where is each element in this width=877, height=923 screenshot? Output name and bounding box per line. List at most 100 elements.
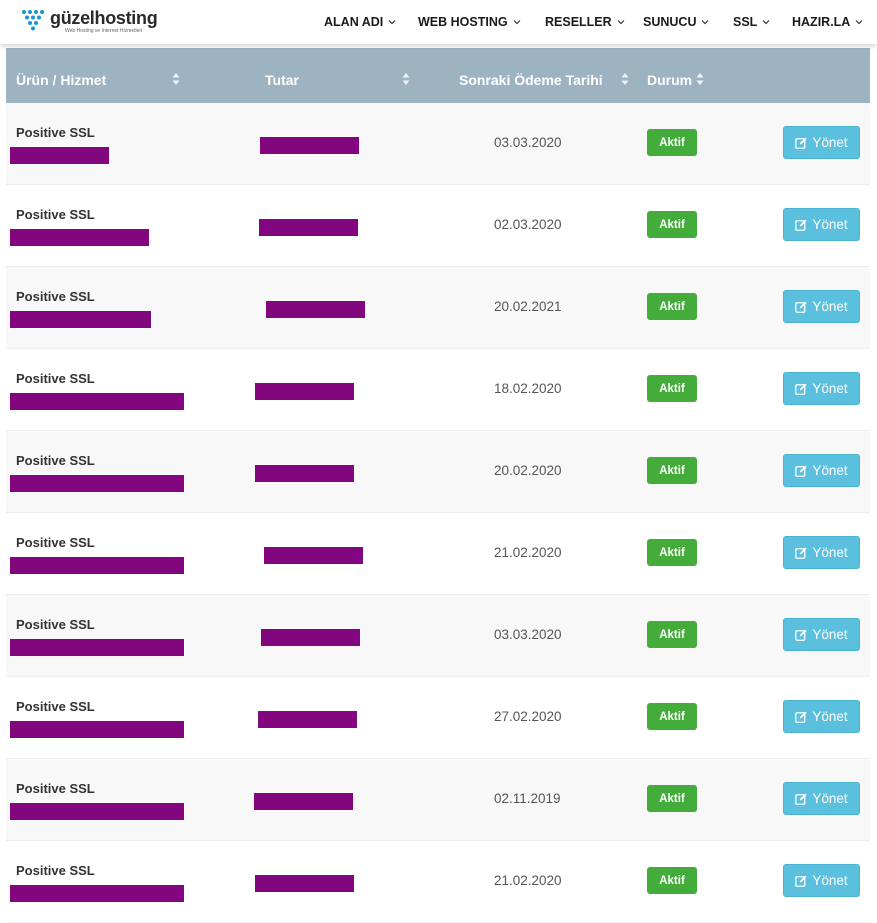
status-badge: Aktif bbox=[647, 785, 697, 812]
manage-label: Yönet bbox=[812, 381, 848, 396]
nav-item-ssl[interactable]: SSL bbox=[733, 14, 770, 30]
status-badge: Aktif bbox=[647, 457, 697, 484]
table-row[interactable]: Positive SSL 20.02.2020 Aktif Yönet bbox=[6, 431, 870, 513]
manage-button[interactable]: Yönet bbox=[783, 536, 860, 569]
column-header-amount[interactable]: Tutar bbox=[265, 48, 299, 103]
table-row[interactable]: Positive SSL 02.03.2020 Aktif Yönet bbox=[6, 185, 870, 267]
nav-item-sunucu[interactable]: SUNUCU bbox=[643, 14, 709, 30]
product-name: Positive SSL bbox=[16, 125, 95, 140]
nav-item-label: HAZIR.LA bbox=[792, 15, 851, 29]
manage-button[interactable]: Yönet bbox=[783, 864, 860, 897]
edit-icon bbox=[795, 137, 807, 149]
nav-item-label: SSL bbox=[733, 15, 758, 29]
column-header-next-due-date[interactable]: Sonraki Ödeme Tarihi bbox=[459, 48, 603, 103]
sort-icon bbox=[402, 73, 410, 85]
status-badge: Aktif bbox=[647, 539, 697, 566]
redacted-domain bbox=[10, 147, 109, 164]
next-due-date: 27.02.2020 bbox=[494, 709, 562, 724]
table-row[interactable]: Positive SSL 18.02.2020 Aktif Yönet bbox=[6, 349, 870, 431]
nav-item-web-hosting[interactable]: WEB HOSTING bbox=[418, 14, 521, 30]
next-due-date: 21.02.2020 bbox=[494, 873, 562, 888]
redacted-domain bbox=[10, 229, 149, 246]
nav-item-label: SUNUCU bbox=[643, 15, 697, 29]
redacted-domain bbox=[10, 721, 184, 738]
next-due-date: 03.03.2020 bbox=[494, 627, 562, 642]
manage-label: Yönet bbox=[812, 463, 848, 478]
next-due-date: 20.02.2020 bbox=[494, 463, 562, 478]
chevron-down-icon bbox=[855, 20, 863, 25]
table-row[interactable]: Positive SSL 21.02.2020 Aktif Yönet bbox=[6, 841, 870, 923]
status-badge: Aktif bbox=[647, 621, 697, 648]
next-due-date: 20.02.2021 bbox=[494, 299, 562, 314]
sort-icon bbox=[172, 73, 180, 85]
next-due-date: 02.03.2020 bbox=[494, 217, 562, 232]
redacted-amount bbox=[254, 793, 353, 810]
manage-button[interactable]: Yönet bbox=[783, 208, 860, 241]
product-name: Positive SSL bbox=[16, 289, 95, 304]
redacted-domain bbox=[10, 393, 184, 410]
manage-label: Yönet bbox=[812, 791, 848, 806]
edit-icon bbox=[795, 383, 807, 395]
manage-label: Yönet bbox=[812, 709, 848, 724]
nav-item-label: RESELLER bbox=[545, 15, 612, 29]
nav-item-hazirla[interactable]: HAZIR.LA bbox=[792, 14, 863, 30]
manage-button[interactable]: Yönet bbox=[783, 782, 860, 815]
product-name: Positive SSL bbox=[16, 781, 95, 796]
redacted-amount bbox=[266, 301, 365, 318]
edit-icon bbox=[795, 875, 807, 887]
redacted-domain bbox=[10, 557, 184, 574]
table-row[interactable]: Positive SSL 27.02.2020 Aktif Yönet bbox=[6, 677, 870, 759]
column-label: Ürün / Hizmet bbox=[16, 72, 107, 88]
nav-item-alan-adi[interactable]: ALAN ADI bbox=[324, 14, 396, 30]
table-header: Ürün / Hizmet Tutar Sonraki Ödeme Tarihi… bbox=[6, 48, 870, 103]
edit-icon bbox=[795, 793, 807, 805]
redacted-amount bbox=[258, 711, 357, 728]
redacted-domain bbox=[10, 475, 184, 492]
status-badge: Aktif bbox=[647, 375, 697, 402]
manage-button[interactable]: Yönet bbox=[783, 618, 860, 651]
product-name: Positive SSL bbox=[16, 453, 95, 468]
redacted-amount bbox=[264, 547, 363, 564]
column-label: Tutar bbox=[265, 72, 299, 88]
chevron-down-icon bbox=[617, 20, 625, 25]
status-badge: Aktif bbox=[647, 867, 697, 894]
edit-icon bbox=[795, 465, 807, 477]
redacted-domain bbox=[10, 803, 184, 820]
redacted-amount bbox=[255, 383, 354, 400]
next-due-date: 18.02.2020 bbox=[494, 381, 562, 396]
product-name: Positive SSL bbox=[16, 371, 95, 386]
table-row[interactable]: Positive SSL 02.11.2019 Aktif Yönet bbox=[6, 759, 870, 841]
chevron-down-icon bbox=[762, 20, 770, 25]
column-header-status[interactable]: Durum bbox=[647, 48, 692, 103]
edit-icon bbox=[795, 219, 807, 231]
product-name: Positive SSL bbox=[16, 535, 95, 550]
redacted-amount bbox=[255, 465, 354, 482]
next-due-date: 02.11.2019 bbox=[494, 791, 561, 806]
manage-button[interactable]: Yönet bbox=[783, 700, 860, 733]
table-row[interactable]: Positive SSL 21.02.2020 Aktif Yönet bbox=[6, 513, 870, 595]
next-due-date: 03.03.2020 bbox=[494, 135, 562, 150]
edit-icon bbox=[795, 301, 807, 313]
manage-label: Yönet bbox=[812, 627, 848, 642]
redacted-amount bbox=[259, 219, 358, 236]
table-row[interactable]: Positive SSL 03.03.2020 Aktif Yönet bbox=[6, 595, 870, 677]
table-row[interactable]: Positive SSL 03.03.2020 Aktif Yönet bbox=[6, 103, 870, 185]
column-header-product[interactable]: Ürün / Hizmet bbox=[16, 48, 106, 103]
chevron-down-icon bbox=[388, 20, 396, 25]
manage-button[interactable]: Yönet bbox=[783, 126, 860, 159]
nav-item-label: WEB HOSTING bbox=[418, 15, 508, 29]
redacted-amount bbox=[255, 875, 354, 892]
redacted-amount bbox=[261, 629, 360, 646]
sort-icon bbox=[696, 73, 704, 85]
nav-item-reseller[interactable]: RESELLER bbox=[545, 14, 625, 30]
sort-icon bbox=[621, 73, 629, 85]
edit-icon bbox=[795, 547, 807, 559]
redacted-amount bbox=[260, 137, 359, 154]
manage-label: Yönet bbox=[812, 217, 848, 232]
manage-label: Yönet bbox=[812, 299, 848, 314]
manage-button[interactable]: Yönet bbox=[783, 290, 860, 323]
table-row[interactable]: Positive SSL 20.02.2021 Aktif Yönet bbox=[6, 267, 870, 349]
edit-icon bbox=[795, 629, 807, 641]
manage-button[interactable]: Yönet bbox=[783, 454, 860, 487]
manage-button[interactable]: Yönet bbox=[783, 372, 860, 405]
